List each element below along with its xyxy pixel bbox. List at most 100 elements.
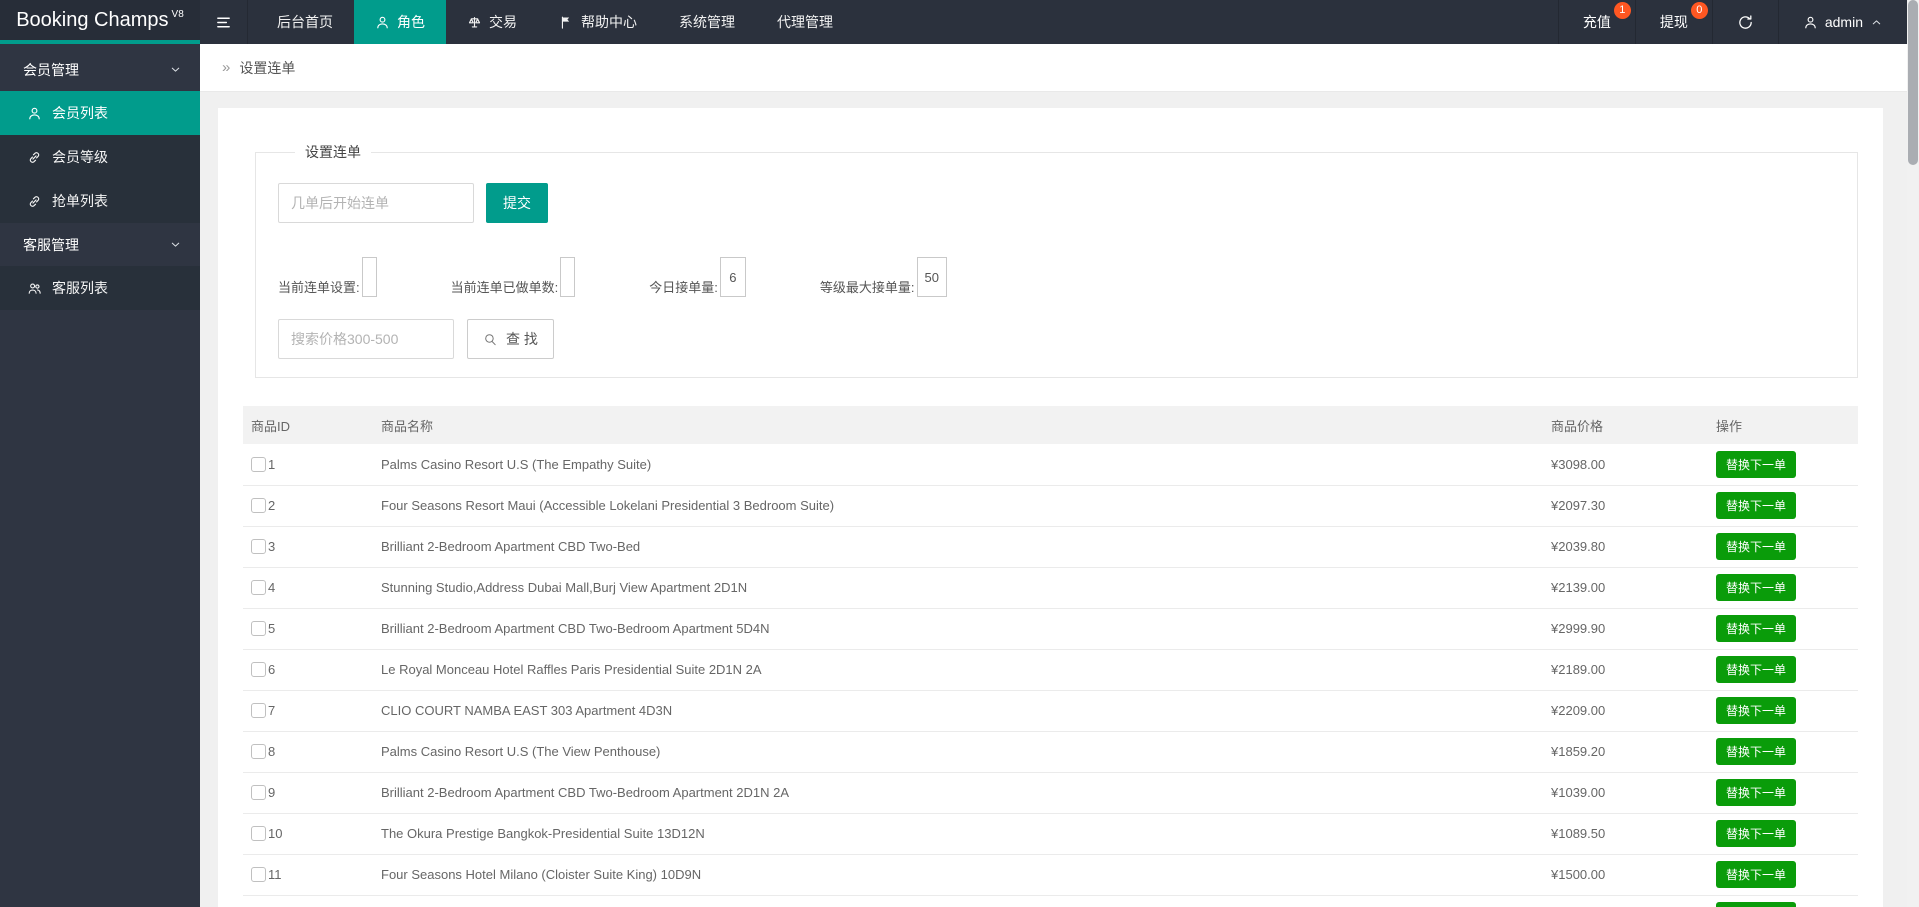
table-header-cell: 商品价格 xyxy=(1543,406,1708,444)
sidebar-item[interactable]: 会员等级 xyxy=(0,135,200,179)
submit-button[interactable]: 提交 xyxy=(486,183,548,223)
nav-item-label: 后台首页 xyxy=(277,14,333,30)
row-checkbox[interactable] xyxy=(251,662,266,677)
fieldset-legend: 设置连单 xyxy=(305,144,361,160)
goods-name-cell: Brilliant 2-Bedroom Apartment CBD Two-Be… xyxy=(373,526,1543,568)
stat-value-box[interactable] xyxy=(560,257,576,297)
sidebar-group-label: 会员管理 xyxy=(23,61,79,78)
row-checkbox[interactable] xyxy=(251,785,266,800)
nav-item[interactable]: 角色 xyxy=(354,0,446,44)
row-checkbox[interactable] xyxy=(251,539,266,554)
stat-value-box[interactable]: 50 xyxy=(916,257,947,297)
search-button[interactable]: 查 找 xyxy=(467,319,554,359)
goods-id: 8 xyxy=(268,744,276,759)
table-row: 11 Four Seasons Hotel Milano (Cloister Su… xyxy=(243,854,1858,896)
price-search-input[interactable] xyxy=(278,319,454,359)
goods-id-cell: 5 xyxy=(243,608,373,650)
sidebar-item[interactable]: 会员列表 xyxy=(0,91,200,135)
stat-value-box[interactable]: 6 xyxy=(719,257,746,297)
nav-item[interactable]: 交易 xyxy=(446,0,538,44)
goods-action-cell: 替换下一单 xyxy=(1708,526,1858,568)
goods-id-cell: 11 xyxy=(243,854,373,896)
row-checkbox[interactable] xyxy=(251,621,266,636)
goods-price-cell: ¥2999.90 xyxy=(1543,608,1708,650)
row-checkbox[interactable] xyxy=(251,498,266,513)
user-menu[interactable]: admin xyxy=(1777,0,1907,44)
nav-item[interactable]: 系统管理 xyxy=(658,0,756,44)
goods-price-cell: ¥2039.80 xyxy=(1543,526,1708,568)
table-row: 10 The Okura Prestige Bangkok-Presidentia… xyxy=(243,813,1858,855)
recharge-button[interactable]: 充值 1 xyxy=(1557,0,1635,44)
sidebar-group-header[interactable]: 客服管理 xyxy=(0,223,200,266)
replace-next-order-button[interactable]: 替换下一单 xyxy=(1716,902,1797,907)
goods-action-cell: 替换下一单 xyxy=(1708,895,1858,907)
sidebar-item-label: 会员等级 xyxy=(52,149,108,165)
goods-name-cell: Palms Casino Resort U.S (The View Pentho… xyxy=(373,731,1543,773)
chain-start-input[interactable] xyxy=(278,183,474,223)
stat-group: 等级最大接单量: 50 xyxy=(820,257,947,297)
goods-price-cell: ¥1529.00 xyxy=(1543,895,1708,907)
goods-price-cell: ¥2139.00 xyxy=(1543,567,1708,609)
sidebar-item-label: 会员列表 xyxy=(52,105,108,121)
goods-name-cell: Four Seasons Hotel Milano (Cloister Suit… xyxy=(373,854,1543,896)
sidebar-group-header[interactable]: 会员管理 xyxy=(0,48,200,91)
goods-action-cell: 替换下一单 xyxy=(1708,485,1858,527)
stat-value-box[interactable] xyxy=(361,257,377,297)
replace-next-order-button[interactable]: 替换下一单 xyxy=(1716,697,1797,724)
scales-icon xyxy=(467,15,482,30)
users-icon xyxy=(27,281,42,296)
vertical-scrollbar[interactable] xyxy=(1907,0,1919,907)
replace-next-order-button[interactable]: 替换下一单 xyxy=(1716,574,1797,601)
table-row: 2 Four Seasons Resort Maui (Accessible Lo… xyxy=(243,485,1858,527)
sidebar-item[interactable]: 抢单列表 xyxy=(0,179,200,223)
withdraw-button[interactable]: 提现 0 xyxy=(1634,0,1712,44)
sidebar-group-label: 客服管理 xyxy=(23,236,79,253)
breadcrumb: » 设置连单 xyxy=(200,44,1907,92)
replace-next-order-button[interactable]: 替换下一单 xyxy=(1716,656,1797,683)
sidebar-item[interactable]: 客服列表 xyxy=(0,266,200,310)
stats-row: 当前连单设置: 当前连单已做单数: 今日接单量: 6 等级最大接单量: 50 xyxy=(278,257,1835,297)
menu-toggle-button[interactable] xyxy=(200,0,248,44)
row-checkbox[interactable] xyxy=(251,703,266,718)
goods-name-cell: Brilliant 2-Bedroom Apartment CBD Two-Be… xyxy=(373,772,1543,814)
top-header: Booking Champs V8 后台首页 角色 交易 帮助中心 系统管理 代理管理 充值… xyxy=(0,0,1907,44)
row-checkbox[interactable] xyxy=(251,744,266,759)
table-header-cell: 操作 xyxy=(1708,406,1858,444)
row-checkbox[interactable] xyxy=(251,580,266,595)
stat-label: 今日接单量: xyxy=(649,280,718,295)
table-row: 7 CLIO COURT NAMBA EAST 303 Apartment 4D3… xyxy=(243,690,1858,732)
replace-next-order-button[interactable]: 替换下一单 xyxy=(1716,738,1797,765)
breadcrumb-label: 设置连单 xyxy=(239,59,296,76)
content-panel: 设置连单 提交 当前连单设置:当前连单已做单数:今日接单量:6等级最大接单量:5… xyxy=(218,108,1883,907)
replace-next-order-button[interactable]: 替换下一单 xyxy=(1716,615,1797,642)
row-checkbox[interactable] xyxy=(251,826,266,841)
goods-action-cell: 替换下一单 xyxy=(1708,854,1858,896)
table-row: 12Anantara Palazzo Naiadi Rome Hotel - S… xyxy=(243,895,1858,907)
search-button-label: 查 找 xyxy=(506,331,538,347)
stat-label: 当前连单设置: xyxy=(278,280,360,295)
goods-id-cell: 2 xyxy=(243,485,373,527)
nav-item-label: 角色 xyxy=(397,14,425,30)
goods-action-cell: 替换下一单 xyxy=(1708,649,1858,691)
goods-id-cell: 3 xyxy=(243,526,373,568)
replace-next-order-button[interactable]: 替换下一单 xyxy=(1716,450,1797,478)
refresh-button[interactable] xyxy=(1711,0,1778,44)
replace-next-order-button[interactable]: 替换下一单 xyxy=(1716,533,1797,560)
nav-item[interactable]: 帮助中心 xyxy=(538,0,658,44)
row-checkbox[interactable] xyxy=(251,456,266,472)
nav-item[interactable]: 后台首页 xyxy=(256,0,354,44)
goods-name-cell: Palms Casino Resort U.S (The Empathy Sui… xyxy=(373,444,1543,486)
goods-id: 5 xyxy=(268,621,276,636)
nav-item[interactable]: 代理管理 xyxy=(756,0,854,44)
row-checkbox[interactable] xyxy=(251,867,266,882)
goods-action-cell: 替换下一单 xyxy=(1708,813,1858,855)
goods-id: 1 xyxy=(268,456,276,472)
replace-next-order-button[interactable]: 替换下一单 xyxy=(1716,779,1797,806)
replace-next-order-button[interactable]: 替换下一单 xyxy=(1716,820,1797,847)
chevron-down-icon xyxy=(169,238,182,251)
goods-id-cell: 8 xyxy=(243,731,373,773)
replace-next-order-button[interactable]: 替换下一单 xyxy=(1716,492,1797,519)
replace-next-order-button[interactable]: 替换下一单 xyxy=(1716,861,1797,888)
goods-name-cell: Le Royal Monceau Hotel Raffles Paris Pre… xyxy=(373,649,1543,691)
scrollbar-thumb[interactable] xyxy=(1908,0,1918,165)
